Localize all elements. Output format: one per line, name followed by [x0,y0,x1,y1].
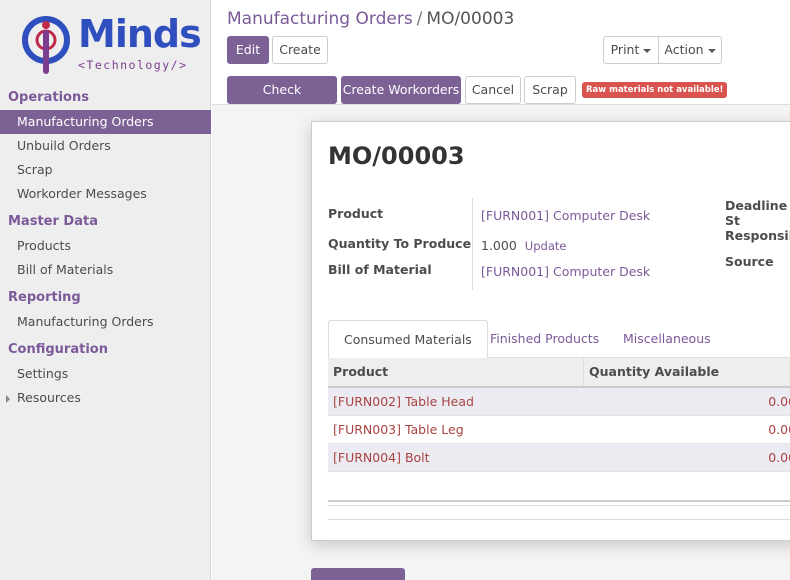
breadcrumb-current: MO/00003 [426,9,515,29]
sidebar: Minds <Technology/> Operations Manufactu… [0,0,211,580]
table-footer-divider [328,519,790,520]
sidebar-item-bill-of-materials[interactable]: Bill of Materials [0,258,211,282]
caret-down-icon [707,48,716,53]
check-availability-button[interactable]: Check availability [227,76,337,123]
quantity-value: 1.000 [481,238,517,253]
table-footer [328,500,790,506]
row-product: [FURN002] Table Head [333,394,474,409]
breadcrumb-separator: / [416,9,423,29]
responsible-label: Responsibl [725,228,790,243]
bom-label: Bill of Material [328,262,432,277]
sidebar-nav: Operations Manufacturing Orders Unbuild … [0,86,211,410]
field-separator [472,198,473,290]
control-panel: Manufacturing Orders / MO/00003 Edit Creat… [212,0,790,123]
create-button[interactable]: Create [272,36,328,64]
consumed-materials-table: Product Quantity Available [FURN002] Tab… [328,358,790,472]
print-dropdown[interactable]: Print [603,36,659,64]
sidebar-item-manufacturing-orders[interactable]: Manufacturing Orders [0,110,211,134]
caret-down-icon [643,48,652,53]
deadline-label: Deadline St [725,198,788,228]
sidebar-item-workorder-messages[interactable]: Workorder Messages [0,182,211,206]
logo-q-icon [22,16,70,74]
logo-tagline: <Technology/> [78,58,188,72]
breadcrumb: Manufacturing Orders / MO/00003 [227,8,514,30]
action-dropdown[interactable]: Action [658,36,722,64]
cancel-button[interactable]: Cancel [465,76,521,104]
sidebar-item-scrap[interactable]: Scrap [0,158,211,182]
form-content: MO/00003 Product [FURN001] Computer Desk… [212,105,790,580]
update-quantity-link[interactable]: Update [525,239,567,253]
form-sheet: MO/00003 Product [FURN001] Computer Desk… [311,121,790,541]
quantity-label: Quantity To Produce [328,236,472,251]
row-product: [FURN003] Table Leg [333,422,464,437]
row-quantity: 0.000 [768,450,790,465]
column-header-product[interactable]: Product [328,358,583,386]
table-row[interactable]: [FURN003] Table Leg 0.000 [328,416,790,444]
sidebar-item-settings[interactable]: Settings [0,362,211,386]
notebook-tabs: Consumed Materials Finished Products Mis… [328,320,790,359]
sidebar-section-configuration: Configuration [8,342,108,357]
product-field[interactable]: [FURN001] Computer Desk [481,208,650,223]
tab-miscellaneous[interactable]: Miscellaneous [608,320,726,358]
sidebar-section-master-data: Master Data [8,214,98,229]
sidebar-section-reporting: Reporting [8,290,81,305]
row-product: [FURN004] Bolt [333,450,430,465]
table-row[interactable]: [FURN002] Table Head 0.000 [328,388,790,416]
source-label: Source [725,254,774,269]
tab-consumed-materials[interactable]: Consumed Materials [328,320,488,359]
action-label: Action [664,42,704,57]
table-row[interactable]: [FURN004] Bolt 0.000 [328,444,790,472]
company-logo[interactable]: Minds <Technology/> [16,8,202,80]
breadcrumb-parent-link[interactable]: Manufacturing Orders [227,9,413,29]
print-label: Print [610,42,640,57]
sidebar-item-resources[interactable]: Resources [0,386,211,410]
caret-right-icon [6,395,10,403]
tab-finished-products[interactable]: Finished Products [475,320,614,358]
row-quantity: 0.000 [768,394,790,409]
edit-button[interactable]: Edit [227,36,269,64]
table-header: Product Quantity Available [328,358,790,388]
sidebar-item-unbuild-orders[interactable]: Unbuild Orders [0,134,211,158]
bom-field[interactable]: [FURN001] Computer Desk [481,264,650,279]
sidebar-item-reporting-manufacturing-orders[interactable]: Manufacturing Orders [0,310,211,334]
quantity-field: 1.000 Update [481,238,566,253]
record-title: MO/00003 [328,142,465,170]
sidebar-section-operations: Operations [8,90,89,105]
row-quantity: 0.000 [768,422,790,437]
logo-name: Minds [78,12,202,56]
scrap-button[interactable]: Scrap [524,76,576,104]
product-label: Product [328,206,384,221]
chatter-button[interactable] [311,568,405,580]
column-header-quantity-available[interactable]: Quantity Available [583,358,790,386]
raw-materials-warning-badge: Raw materials not available! [582,82,728,98]
create-workorders-button[interactable]: Create Workorders [341,76,461,104]
sidebar-item-products[interactable]: Products [0,234,211,258]
sidebar-item-resources-label: Resources [17,390,81,405]
